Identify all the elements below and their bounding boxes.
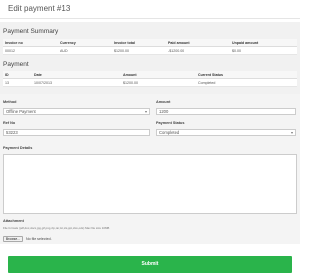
column-header: Invoice total: [112, 39, 166, 47]
top-bar: Edit payment #13: [0, 0, 300, 19]
column-header: Current Status: [196, 71, 297, 79]
method-select-value: Offline Payment: [6, 109, 36, 114]
caret-down-icon: ▾: [290, 130, 293, 135]
file-status: No file selected.: [26, 237, 52, 241]
method-select[interactable]: Offline Payment ▾: [3, 108, 150, 115]
ref-no-input[interactable]: [3, 129, 150, 136]
payment-title: Payment: [3, 61, 29, 68]
column-header: ID: [3, 71, 32, 79]
table-cell: $1200.00: [112, 46, 166, 55]
column-header: Unpaid amount: [230, 39, 297, 47]
attachment-hint: File formats (pdf,doc,docx,jpg,gif,png,z…: [3, 226, 110, 230]
column-header: Invoice no: [3, 39, 58, 47]
table-header-row: ID Date Amount Current Status: [3, 71, 297, 79]
table-row: 13 10/07/2013 $1200.00 Completed: [3, 78, 297, 87]
column-header: Paid amount: [166, 39, 230, 47]
table-cell: $0.00: [230, 46, 297, 55]
payment-details-textarea[interactable]: [3, 154, 297, 214]
table-cell: 13: [3, 78, 32, 87]
payment-summary-title: Payment Summary: [3, 28, 59, 35]
ref-no-label: Ref No: [3, 121, 16, 125]
payment-status-label: Payment Status: [156, 121, 185, 125]
table-cell: -$1200.00: [166, 46, 230, 55]
submit-button[interactable]: Submit: [8, 256, 292, 273]
table-cell: 00012: [3, 46, 58, 55]
table-cell: Completed: [196, 78, 297, 87]
payment-details-label: Payment Details: [3, 146, 33, 150]
column-header: Date: [32, 71, 121, 79]
table-cell: $1200.00: [121, 78, 196, 87]
payment-status-select[interactable]: Completed ▾: [156, 129, 296, 136]
table-header-row: Invoice no Currency Invoice total Paid a…: [3, 39, 297, 47]
column-header: Currency: [58, 39, 112, 47]
browse-button[interactable]: Browse...: [3, 236, 23, 242]
page-title: Edit payment #13: [8, 4, 71, 13]
table-cell: AUD: [58, 46, 112, 55]
amount-input[interactable]: [156, 108, 296, 115]
amount-label: Amount: [156, 100, 171, 104]
payment-summary-table: Invoice no Currency Invoice total Paid a…: [3, 39, 297, 55]
payment-status-value: Completed: [159, 130, 180, 135]
table-row: 00012 AUD $1200.00 -$1200.00 $0.00: [3, 46, 297, 55]
payment-section: Payment ID Date Amount Current Status 13…: [0, 58, 300, 94]
column-header: Amount: [121, 71, 196, 79]
payment-table: ID Date Amount Current Status 13 10/07/2…: [3, 71, 297, 87]
caret-down-icon: ▾: [144, 109, 147, 114]
payment-summary-section: Payment Summary Invoice no Currency Invo…: [0, 22, 300, 60]
attachment-label: Attachment: [3, 219, 24, 223]
table-cell: 10/07/2013: [32, 78, 121, 87]
method-label: Method: [3, 100, 17, 104]
